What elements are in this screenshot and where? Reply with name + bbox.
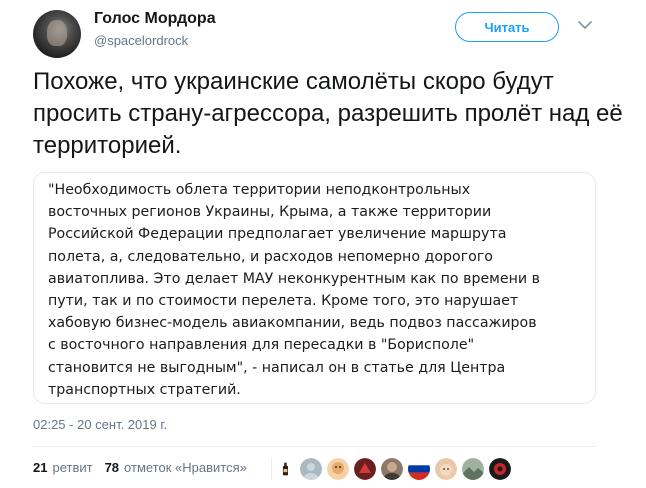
- liker-avatar-red[interactable]: [354, 458, 376, 480]
- liker-avatar-landscape[interactable]: [462, 458, 484, 480]
- author-avatar[interactable]: [33, 10, 81, 58]
- liker-avatar-default[interactable]: [300, 458, 322, 480]
- liker-avatar-cartoon[interactable]: [327, 458, 349, 480]
- liker-avatar-flag[interactable]: [408, 458, 430, 480]
- divider: [33, 446, 596, 447]
- retweets-count: 21: [33, 460, 48, 475]
- author-name[interactable]: Голос Мордора: [94, 10, 216, 28]
- liker-avatar-child[interactable]: [435, 458, 457, 480]
- tweet-text: Похоже, что украинские самолёты скоро бу…: [33, 68, 623, 159]
- likes-label: отметок «Нравится»: [124, 460, 247, 475]
- quoted-text-card: "Необходимость облета территории неподко…: [33, 172, 596, 404]
- retweets-label: ретвит: [52, 460, 93, 475]
- quote-text: "Необходимость облета территории неподко…: [48, 182, 540, 398]
- liker-avatar-man[interactable]: [381, 458, 403, 480]
- author-handle[interactable]: @spacelordrock: [94, 33, 188, 48]
- liker-avatars: [281, 458, 511, 480]
- stats-separator: [271, 458, 272, 480]
- follow-button[interactable]: Читать: [455, 12, 559, 42]
- liker-avatar-bottle[interactable]: [281, 458, 295, 480]
- tweet-stats: 21 ретвит 78 отметок «Нравится»: [33, 460, 259, 475]
- liker-avatar-emblem[interactable]: [489, 458, 511, 480]
- likes-stat[interactable]: 78 отметок «Нравится»: [105, 460, 247, 475]
- tweet-timestamp[interactable]: 02:25 - 20 сент. 2019 г.: [33, 417, 167, 432]
- retweets-stat[interactable]: 21 ретвит: [33, 460, 93, 475]
- chevron-down-icon[interactable]: [576, 16, 594, 34]
- likes-count: 78: [104, 460, 120, 475]
